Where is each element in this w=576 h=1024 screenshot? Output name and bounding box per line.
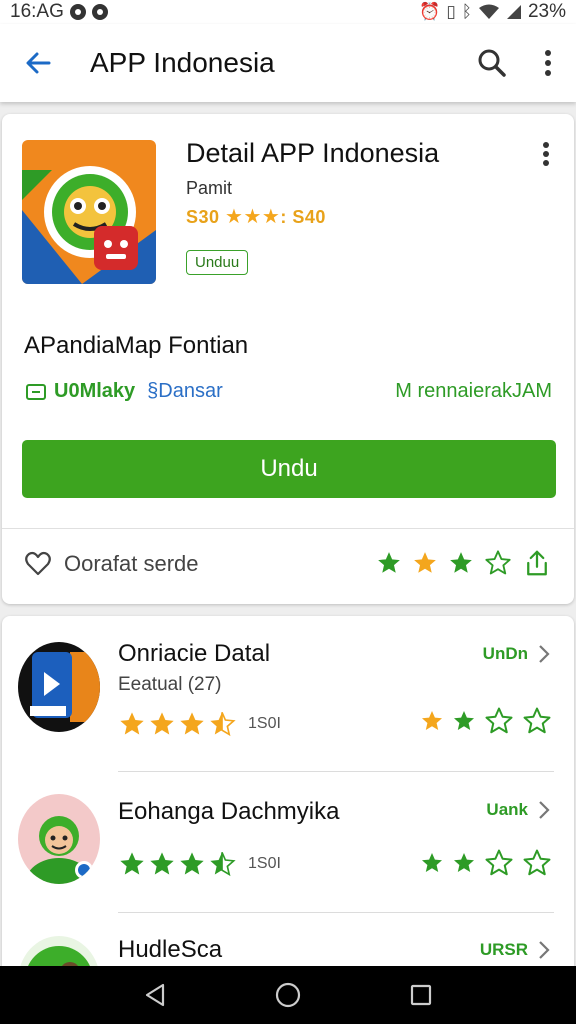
star-outline-icon	[485, 849, 513, 876]
related-apps-card: Onriacie Datal Eeatual (27) 1S0I UnDn Eo…	[2, 616, 574, 976]
wishlist-label: Oorafat serde	[64, 551, 199, 576]
meta-left-link[interactable]: §Dansar	[147, 380, 223, 403]
avatar	[18, 642, 100, 732]
heart-icon	[25, 551, 51, 576]
chevron-right-icon	[539, 941, 550, 959]
status-left: 16:AG	[10, 1, 108, 23]
detail-more-button[interactable]	[528, 136, 564, 172]
vibrate-icon: ▯	[446, 2, 456, 21]
app-detail-title: Detail APP Indonesia	[186, 138, 440, 168]
message-icon	[26, 383, 46, 400]
star-outline-icon	[523, 849, 551, 876]
install-button[interactable]: Undu	[22, 440, 556, 498]
rating-count: 1S0I	[248, 715, 281, 732]
star-filled-icon[interactable]	[448, 550, 474, 576]
list-item[interactable]: Eohanga Dachmyika 1S0I Uank	[2, 772, 574, 928]
nav-recents-icon[interactable]	[409, 983, 433, 1007]
list-item-title: HudleSca	[118, 936, 223, 963]
list-item-right-stars[interactable]	[420, 848, 552, 878]
search-button[interactable]	[464, 24, 520, 102]
list-item-action-label: UnDn	[482, 644, 528, 663]
share-icon[interactable]	[522, 548, 552, 578]
alarm-icon: ⏰	[419, 2, 441, 21]
star-half-icon	[210, 712, 236, 737]
star-filled-icon	[454, 853, 474, 872]
page-title: APP Indonesia	[90, 47, 275, 78]
star-filled-icon	[180, 712, 204, 735]
star-half-icon	[210, 852, 236, 877]
wifi-icon	[478, 4, 499, 19]
search-icon	[478, 49, 506, 77]
notification-icon	[69, 4, 86, 20]
star-filled-icon	[454, 711, 474, 730]
divider	[2, 528, 574, 529]
list-item-right-stars[interactable]	[420, 706, 552, 736]
list-item-subtitle: Eeatual (27)	[118, 674, 222, 695]
star-filled-icon	[150, 852, 174, 875]
list-item-action[interactable]: Uank	[486, 800, 550, 820]
rating-summary: S30 ★★★: S40	[186, 204, 326, 229]
list-item-action-label: URSR	[479, 940, 528, 959]
star-outline-icon	[523, 707, 551, 734]
app-icon	[22, 140, 156, 284]
app-bar: APP Indonesia	[0, 24, 576, 102]
avatar	[18, 794, 100, 884]
mascot-logo-icon	[22, 140, 156, 284]
status-right: ⏰ ▯ ᛒ 23%	[419, 1, 566, 23]
nav-back-icon[interactable]	[143, 982, 167, 1008]
battery-level: 23%	[527, 1, 566, 22]
system-nav-bar	[0, 966, 576, 1024]
rating-right-value: S40	[292, 207, 326, 227]
star-outline-icon	[485, 707, 513, 734]
signal-icon	[506, 5, 521, 19]
star-half-icon	[422, 711, 442, 730]
list-item-rating: 1S0I	[118, 850, 281, 878]
chevron-right-icon	[539, 801, 550, 819]
list-item-action[interactable]: URSR	[480, 940, 550, 960]
rating-count: 1S0I	[248, 855, 281, 872]
star-filled-icon	[422, 853, 442, 872]
meta-right: M rennaierakJAM	[395, 380, 552, 402]
star-filled-icon[interactable]	[376, 550, 402, 576]
list-item-title: Onriacie Datal	[118, 640, 271, 667]
star-filled-icon	[150, 712, 174, 735]
status-bar: 16:AG ⏰ ▯ ᛒ 23%	[0, 0, 576, 24]
rating-left-value: S30	[186, 207, 220, 227]
video-player-app-icon	[18, 642, 100, 732]
more-vert-icon	[545, 50, 551, 76]
character-avatar-icon	[18, 794, 100, 884]
developer-name[interactable]: Pamit	[186, 178, 232, 199]
list-item-action[interactable]: UnDn	[483, 644, 550, 664]
list-item-title: Eohanga Dachmyika	[118, 798, 340, 825]
overflow-menu-button[interactable]	[520, 24, 576, 102]
star-filled-icon	[120, 712, 144, 735]
arrow-left-icon	[26, 52, 51, 74]
status-time: 16:AG	[10, 1, 64, 22]
app-detail-card: Detail APP Indonesia Pamit S30 ★★★: S40 …	[2, 114, 574, 604]
star-filled-icon	[180, 852, 204, 875]
meta-left-label: U0Mlaky	[54, 380, 136, 402]
chevron-right-icon	[539, 645, 550, 663]
app-subtitle: APandiaMap Fontian	[24, 332, 249, 359]
list-item[interactable]: Onriacie Datal Eeatual (27) 1S0I UnDn	[2, 616, 574, 772]
more-vert-icon	[543, 142, 549, 166]
nav-home-icon[interactable]	[274, 981, 302, 1009]
content-badge: Unduu	[186, 250, 249, 275]
star-outline-icon[interactable]	[484, 549, 512, 577]
wishlist-button[interactable]: Oorafat serde	[24, 550, 199, 578]
user-rating-stars[interactable]	[376, 548, 552, 578]
back-button[interactable]	[8, 24, 68, 102]
list-item-action-label: Uank	[486, 800, 528, 819]
notification-icon-2	[91, 4, 108, 20]
star-half-icon[interactable]	[412, 550, 438, 576]
meta-left: U0Mlaky §Dansar	[26, 380, 223, 403]
star-filled-icon	[120, 852, 144, 875]
bluetooth-icon: ᛒ	[461, 2, 472, 21]
list-item-rating: 1S0I	[118, 710, 281, 738]
rating-separator: :	[280, 207, 287, 227]
star-rating-icons: ★★★	[225, 206, 281, 228]
